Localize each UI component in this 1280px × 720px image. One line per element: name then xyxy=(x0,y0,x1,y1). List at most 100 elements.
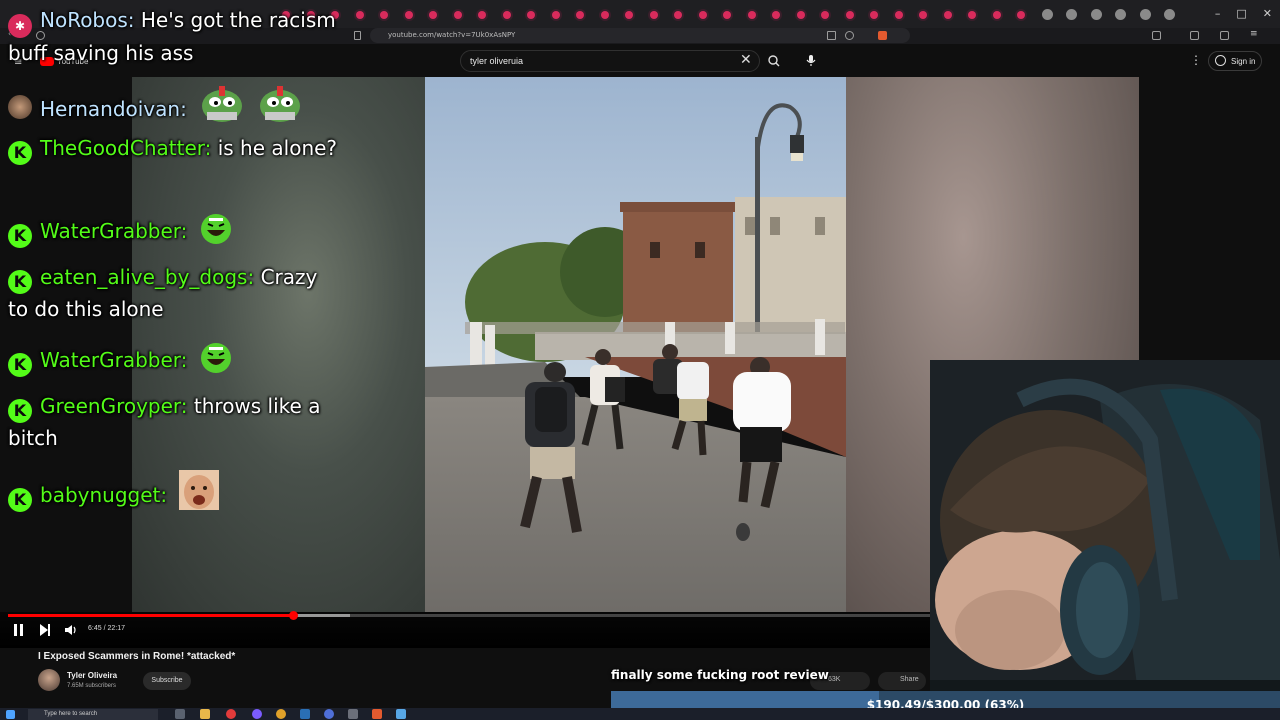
browser-tab[interactable] xyxy=(453,11,462,19)
kick-badge-icon: K xyxy=(8,270,32,294)
subscribe-button[interactable]: Subscribe xyxy=(143,672,191,690)
browser-tab[interactable] xyxy=(1066,9,1077,20)
account-icon xyxy=(1215,55,1226,66)
start-icon[interactable] xyxy=(6,710,15,719)
browser-tab[interactable] xyxy=(625,11,633,19)
file-explorer-icon[interactable] xyxy=(200,709,210,719)
menu-icon[interactable]: ≡ xyxy=(1250,29,1259,39)
chrome-icon[interactable] xyxy=(276,709,286,719)
channel-avatar[interactable] xyxy=(38,669,60,691)
progress-played xyxy=(8,614,293,617)
obs-icon[interactable] xyxy=(348,709,358,719)
browser-tab[interactable] xyxy=(919,11,927,19)
task-view-icon[interactable] xyxy=(175,709,185,719)
browser-icon[interactable] xyxy=(226,709,236,719)
browser-tab[interactable] xyxy=(404,11,413,19)
browser-tab[interactable] xyxy=(1041,9,1053,20)
browser-tab[interactable] xyxy=(698,11,707,19)
laughing-emote xyxy=(199,212,233,255)
maximize-icon[interactable]: □ xyxy=(1236,7,1246,20)
chat-username[interactable]: babynugget: xyxy=(40,483,167,507)
browser-tab[interactable] xyxy=(1017,11,1025,19)
browser-tab[interactable] xyxy=(1090,9,1102,20)
brave-shield-icon[interactable] xyxy=(878,31,887,40)
kick-badge-icon: K xyxy=(8,399,32,423)
time-display: 6:45 / 22:17 xyxy=(88,625,125,632)
video-frame[interactable] xyxy=(425,77,846,612)
taskbar-search-input[interactable]: Type here to search xyxy=(28,709,158,720)
laughing-emote xyxy=(199,341,233,384)
browser-tab[interactable] xyxy=(796,11,805,19)
chat-username[interactable]: WaterGrabber: xyxy=(40,219,187,243)
audio-icon[interactable] xyxy=(396,709,406,719)
browser-tab[interactable] xyxy=(845,11,854,19)
browser-tab[interactable] xyxy=(502,11,511,19)
browser-tab[interactable] xyxy=(747,11,756,19)
steam-icon[interactable] xyxy=(300,709,310,719)
pause-icon xyxy=(14,624,23,636)
browser-tab[interactable] xyxy=(1164,9,1175,20)
search-icon xyxy=(768,55,780,67)
sidebar-icon[interactable] xyxy=(1190,31,1199,40)
discord-icon[interactable] xyxy=(324,709,334,719)
pepe-knight-emote xyxy=(257,84,303,133)
minimize-icon[interactable]: – xyxy=(1215,7,1221,20)
browser-tab[interactable] xyxy=(968,11,976,19)
close-icon[interactable]: ✕ xyxy=(1263,7,1272,20)
browser-tab[interactable] xyxy=(576,11,584,19)
browser-tab[interactable] xyxy=(600,11,609,19)
volume-button[interactable] xyxy=(64,622,78,641)
browser-tab[interactable] xyxy=(943,11,952,19)
clear-search-icon[interactable]: ✕ xyxy=(740,53,752,67)
kick-badge-icon: K xyxy=(8,353,32,377)
video-scene xyxy=(425,77,846,612)
share-button[interactable]: Share xyxy=(878,672,926,690)
voice-search-button[interactable] xyxy=(804,53,818,69)
browser-tab[interactable] xyxy=(1139,9,1151,20)
streamer-webcam xyxy=(930,360,1280,708)
extension-icon[interactable] xyxy=(1152,31,1161,40)
browser-tab[interactable] xyxy=(723,11,731,19)
app-icon[interactable] xyxy=(252,709,262,719)
progress-scrubber[interactable] xyxy=(289,611,298,620)
browser-tab[interactable] xyxy=(649,11,658,19)
volume-icon xyxy=(65,625,76,635)
brave-icon[interactable] xyxy=(372,709,382,719)
chat-username[interactable]: eaten_alive_by_dogs: xyxy=(40,265,254,289)
chat-username[interactable]: WaterGrabber: xyxy=(40,348,187,372)
chat-message: Kbabynugget: xyxy=(8,470,338,519)
more-options-icon[interactable]: ⋮ xyxy=(1190,54,1202,66)
browser-tab[interactable] xyxy=(870,11,878,19)
pause-button[interactable] xyxy=(12,622,26,641)
wallet-icon[interactable] xyxy=(1220,31,1229,40)
face-emote xyxy=(179,470,220,519)
webcam-feed xyxy=(930,360,1280,708)
browser-tab[interactable] xyxy=(674,11,682,19)
browser-tab[interactable] xyxy=(992,11,1001,19)
alert-caption: finally some fucking root review xyxy=(611,668,829,682)
kick-badge-icon: K xyxy=(8,488,32,512)
search-input[interactable]: tyler oliveruia xyxy=(470,56,523,66)
chat-username[interactable]: Hernandoivan: xyxy=(40,97,187,121)
browser-tab[interactable] xyxy=(772,11,780,19)
kick-badge-icon: K xyxy=(8,141,32,165)
browser-tab[interactable] xyxy=(551,11,560,19)
browser-tab[interactable] xyxy=(1115,9,1126,20)
zoom-icon[interactable] xyxy=(845,31,854,40)
next-button[interactable] xyxy=(38,622,52,641)
search-button[interactable] xyxy=(762,50,786,72)
star-badge-icon: ✱ xyxy=(8,14,32,38)
page-action-icon[interactable] xyxy=(827,31,836,40)
window-controls: – □ ✕ xyxy=(1215,7,1272,20)
chat-message: K TheGoodChatter: is he alone? xyxy=(8,133,338,165)
browser-tab[interactable] xyxy=(527,11,535,19)
channel-name[interactable]: Tyler Oliveira xyxy=(67,671,117,680)
browser-tab[interactable] xyxy=(894,11,903,19)
browser-tab[interactable] xyxy=(821,11,829,19)
browser-tab[interactable] xyxy=(429,11,437,19)
browser-tab[interactable] xyxy=(380,11,388,19)
chat-username[interactable]: GreenGroyper: xyxy=(40,394,188,418)
chat-username[interactable]: TheGoodChatter: xyxy=(40,136,211,160)
browser-tab[interactable] xyxy=(478,11,486,19)
chat-username[interactable]: NoRobos: xyxy=(40,8,135,32)
